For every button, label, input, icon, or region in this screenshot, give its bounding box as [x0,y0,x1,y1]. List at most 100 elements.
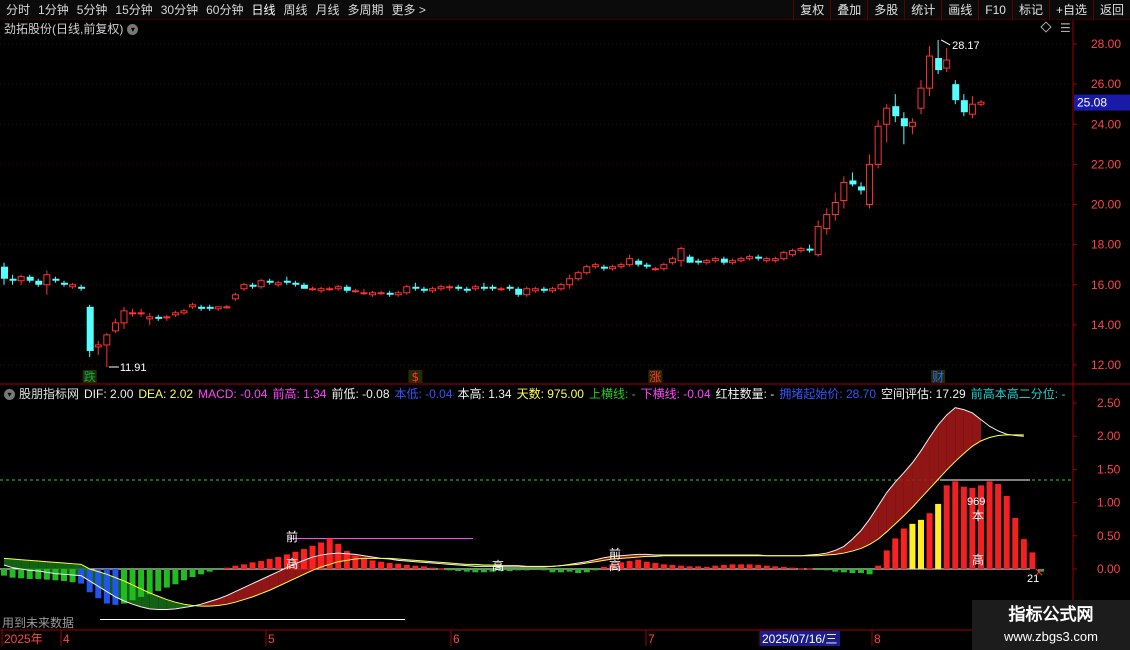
candle-body-down [26,276,34,281]
macd-band-segment [920,437,930,498]
candle-body-up [403,286,411,294]
macd-band-segment [886,482,896,532]
macd-bar [378,561,385,569]
period-tab-7[interactable]: 周线 [279,0,311,20]
period-tab-6[interactable]: 日线 [247,0,279,20]
candle-body-down [343,286,351,291]
macd-bar [635,559,642,569]
macd-bar [960,486,967,569]
toolbar-buttons: 复权 叠加 多股 统计 画线 F10 标记 +自选 返回 [793,0,1130,20]
macd-bar [198,569,205,575]
candle-body-up [711,258,719,262]
macd-bar [438,568,445,570]
candle-body-up [146,316,154,320]
candle-body-down [206,306,214,309]
macd-bar [583,569,590,573]
price-label: 22.00 [1091,157,1121,171]
event-marker-2: 涨 [649,369,661,384]
high-marker-line [940,39,951,46]
candle-body-up [257,280,265,288]
macd-bar [335,543,342,569]
candle-body-down [643,264,651,267]
annotation-gao-2: 高 [492,558,504,573]
macd-bar [875,565,882,569]
macd-bar [138,569,145,597]
date-label-1: 4 [63,632,70,646]
toolbar-button-7[interactable]: +自选 [1048,0,1093,20]
macd-bar [986,481,993,569]
candle-body-up [326,288,334,291]
toolbar-button-1[interactable]: 叠加 [830,0,867,20]
macd-axis-label: 2.50 [1097,396,1121,410]
indicator-item-1: DIF: 2.00 [84,387,134,401]
candle-body-down [266,280,274,283]
toolbar-button-3[interactable]: 统计 [904,0,941,20]
price-label: 26.00 [1091,77,1121,91]
toolbar-button-5[interactable]: F10 [978,0,1012,20]
macd-bar [412,565,419,569]
candle-body-up [780,252,788,260]
macd-bar [652,563,659,569]
candle-body-up [651,268,659,271]
toolbar: 分时 1分钟 5分钟 15分钟 30分钟 60分钟 日线 周线 月线 多周期 更多 > 复权 叠加 多股… [0,0,1130,20]
period-tab-2[interactable]: 5分钟 [73,0,112,20]
period-tab-0[interactable]: 分时 [2,0,34,20]
candle-body-up [926,55,934,89]
candle-body-up [223,306,231,309]
toolbar-button-2[interactable]: 多股 [867,0,904,20]
candle-body-up [917,87,925,109]
macd-bar [1012,517,1019,569]
macd-bar [558,569,565,573]
period-tab-3[interactable]: 15分钟 [111,0,156,20]
macd-bar [78,569,85,584]
candle-body-down [695,260,703,263]
candle-body-up [163,316,171,319]
candle-body-up [866,163,874,205]
watermark: 指标公式网 www.zbgs3.com [972,600,1130,650]
period-tab-9[interactable]: 多周期 [344,0,388,20]
macd-bar [823,569,830,571]
toolbar-button-4[interactable]: 画线 [941,0,978,20]
annotation-qian-1: 前 [286,529,298,544]
candle-body-up [446,286,454,289]
candle-body-up [497,288,505,291]
candle-body-up [334,286,342,290]
macd-bar [420,566,427,569]
period-tabs: 分时 1分钟 5分钟 15分钟 30分钟 60分钟 日线 周线 月线 多周期 更多 > [2,0,430,20]
period-tab-5[interactable]: 60分钟 [202,0,247,20]
chevron-down-icon[interactable]: ▾ [4,388,15,400]
macd-axis-label: 1.50 [1097,462,1121,476]
period-tab-4[interactable]: 30分钟 [157,0,202,20]
candle-body-up [823,214,831,230]
period-tab-10[interactable]: 更多 > [388,0,430,20]
candle-body-up [583,266,591,274]
indicator-item-7: 本高: 1.34 [457,387,512,401]
macd-band-segment [938,414,947,480]
candle-body-up [69,284,77,288]
candle-body-up [43,274,51,286]
period-tab-1[interactable]: 1分钟 [34,0,73,20]
macd-band-segment [269,571,279,591]
event-marker-1: $ [412,370,420,384]
candle-body-down [60,282,68,285]
toolbar-button-6[interactable]: 标记 [1011,0,1049,20]
future-data-note: 用到未来数据 [2,616,75,630]
candle-body-down [806,248,814,251]
period-tab-8[interactable]: 月线 [312,0,344,20]
watermark-url: www.zbgs3.com [1004,629,1098,644]
candle-body-down [515,288,523,295]
candle-body-down [155,316,163,319]
indicator-item-2: DEA: 2.02 [138,387,194,401]
macd-bar [832,569,839,572]
macd-bar [403,565,410,569]
kline-chart[interactable]: 28.00 26.00 24.00 22.00 20.00 18.00 16.00 14.00… [0,20,1130,650]
macd-axis-label: 1.00 [1097,496,1121,510]
macd-bar [883,550,890,569]
candle-body-down [480,286,488,289]
candle-body-up [214,306,222,310]
candle-body-up [737,258,745,262]
macd-bar [763,565,770,569]
toolbar-button-8[interactable]: 返回 [1092,0,1130,20]
candle-body-up [557,284,565,290]
toolbar-button-0[interactable]: 复权 [793,0,830,20]
